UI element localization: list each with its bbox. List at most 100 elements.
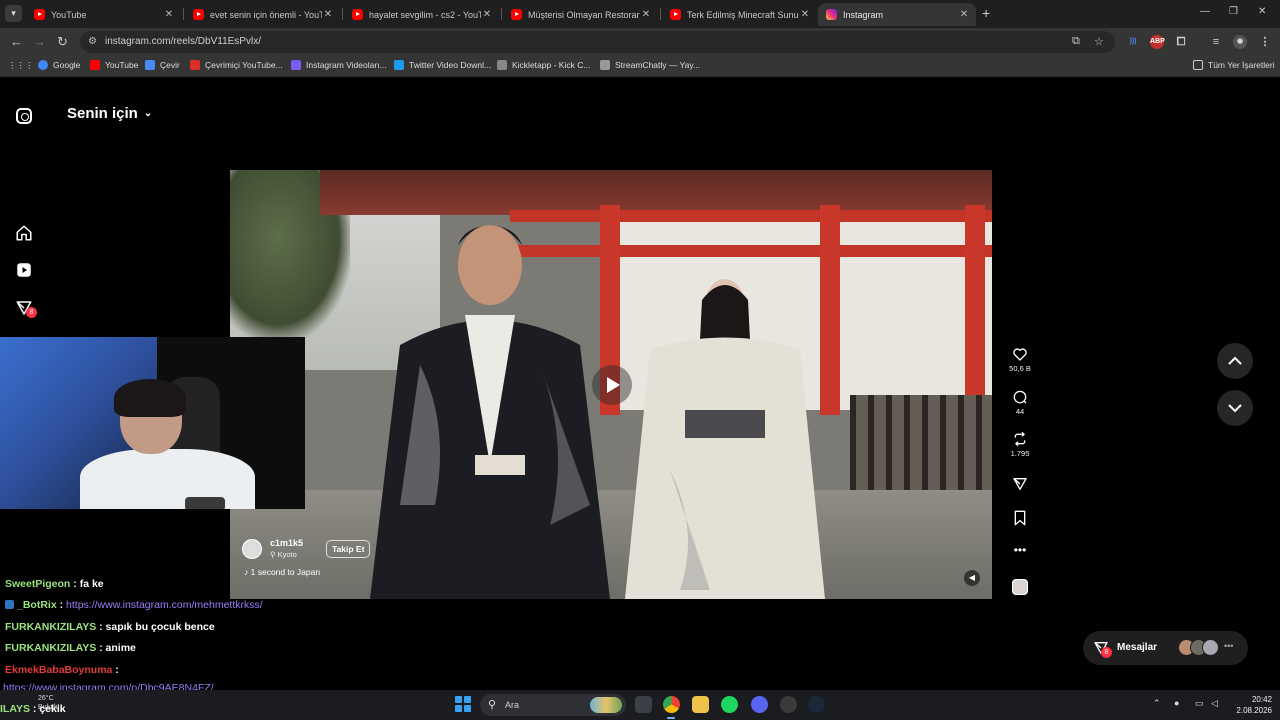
display-icon[interactable]: ▭: [1195, 698, 1204, 709]
window-close-icon[interactable]: ✕: [1258, 6, 1266, 17]
adblock-icon[interactable]: ABP: [1150, 35, 1165, 49]
comment-button[interactable]: 44: [1008, 389, 1032, 416]
tab-youtube-video-4[interactable]: Terk Edilmiş Minecraft Sunucum ✕: [662, 3, 817, 26]
address-bar[interactable]: ⚙ instagram.com/reels/DbV11EsPvlx/ ⧉ ☆: [80, 31, 1115, 53]
tab-youtube-video-2[interactable]: hayalet sevgilim - cs2 - YouTub ✕: [344, 3, 499, 26]
discord-icon[interactable]: [751, 696, 768, 713]
bookmark-label: Instagram Videoları...: [306, 60, 387, 70]
bookmark-twitter-downloader[interactable]: Twitter Video Downl...: [394, 60, 491, 70]
tab-divider: [183, 8, 184, 20]
repost-button[interactable]: 1.795: [1008, 431, 1032, 458]
obs-icon[interactable]: [780, 696, 797, 713]
close-icon[interactable]: ✕: [163, 9, 175, 20]
bookmark-translate[interactable]: Çevir: [145, 60, 180, 70]
feed-selector[interactable]: Senin için ⌄: [67, 105, 152, 122]
tab-title: evet senin için önemli - YouTub: [210, 9, 322, 20]
restore-icon[interactable]: ❐: [1229, 6, 1238, 17]
youtube-icon: [511, 9, 522, 20]
back-icon[interactable]: ←: [10, 34, 23, 50]
task-view-icon[interactable]: [635, 696, 652, 713]
tab-youtube-video-3[interactable]: Müşterisi Olmayan Restoranlar ✕: [503, 3, 658, 26]
browser-toolbar: ← → ↻ ⚙ instagram.com/reels/DbV11EsPvlx/…: [0, 28, 1280, 56]
bookmark-instagram-videos[interactable]: Instagram Videoları...: [291, 60, 387, 70]
like-button[interactable]: 50,6 B: [1008, 346, 1032, 373]
reload-icon[interactable]: ↻: [57, 34, 68, 50]
steam-icon[interactable]: [808, 696, 825, 713]
author-avatar[interactable]: [242, 539, 262, 559]
tab-title: hayalet sevgilim - cs2 - YouTub: [369, 9, 481, 20]
chevron-up-icon: [1228, 356, 1242, 365]
file-explorer-icon[interactable]: [692, 696, 709, 713]
tab-youtube[interactable]: YouTube ✕: [26, 3, 181, 26]
author-username[interactable]: c1m1k5: [270, 538, 303, 548]
extensions-puzzle-icon[interactable]: ⧠: [1174, 35, 1188, 49]
tab-youtube-video-1[interactable]: evet senin için önemli - YouTub ✕: [185, 3, 340, 26]
follow-button[interactable]: Takip Et: [326, 540, 371, 558]
close-icon[interactable]: ✕: [640, 9, 652, 20]
browser-menu-icon[interactable]: ⋮: [1258, 35, 1272, 49]
play-icon[interactable]: [592, 365, 632, 405]
save-button[interactable]: [1008, 510, 1032, 526]
webcam-person-body: [80, 449, 255, 509]
chevron-down-icon: ⌄: [143, 108, 153, 119]
chrome-icon[interactable]: [663, 696, 680, 713]
profile-avatar[interactable]: ◉: [1233, 35, 1247, 49]
original-audio-thumbnail[interactable]: [1012, 579, 1028, 595]
forward-icon[interactable]: →: [33, 34, 46, 50]
bookmark-star-icon[interactable]: ☆: [1094, 35, 1104, 48]
bookmark-kicklet[interactable]: Kickletapp - Kick C...: [497, 60, 590, 70]
all-bookmarks-folder[interactable]: Tüm Yer İşaretleri: [1193, 60, 1275, 70]
new-tab-button[interactable]: +: [982, 5, 990, 21]
video-man-figure: [370, 225, 610, 599]
more-options-icon[interactable]: •••: [1008, 543, 1032, 557]
chat-link[interactable]: https://www.instagram.com/mehmettkrkss/: [66, 599, 263, 611]
bookmark-youtube-converter[interactable]: Çevrimiçi YouTube...: [190, 60, 283, 70]
repost-count: 1.795: [1010, 449, 1030, 458]
close-icon[interactable]: ✕: [799, 9, 811, 20]
reel-audio[interactable]: ♪ 1 second to Japan: [244, 567, 320, 577]
volume-icon[interactable]: ◀: [964, 570, 980, 586]
bookmark-streamchatly[interactable]: StreamChatly — Yay...: [600, 60, 700, 70]
address-bar-url[interactable]: instagram.com/reels/DbV11EsPvlx/: [105, 36, 261, 47]
install-app-icon[interactable]: ⧉: [1072, 35, 1080, 48]
microphone-icon[interactable]: ●: [1174, 698, 1179, 708]
tab-search-button[interactable]: ▾: [5, 5, 22, 22]
apps-grid-icon[interactable]: ⋮⋮⋮: [8, 60, 34, 71]
close-icon[interactable]: ✕: [958, 9, 970, 20]
media-controls-icon[interactable]: ≡: [1209, 35, 1223, 49]
messages-button[interactable]: 8 Mesajlar •••: [1083, 631, 1248, 665]
spotify-icon[interactable]: [721, 696, 738, 713]
video-railing: [850, 395, 992, 505]
youtube-icon: [352, 9, 363, 20]
taskbar-search[interactable]: ⚲ Ara: [480, 694, 626, 716]
tab-title: Müşterisi Olmayan Restoranlar: [528, 9, 640, 20]
browser-tab-bar: ▾ YouTube ✕ evet senin için önemli - You…: [0, 0, 1280, 28]
bookmark-google[interactable]: Google: [38, 60, 80, 70]
volume-tray-icon[interactable]: ◁: [1211, 698, 1218, 709]
instagram-icon: [826, 9, 837, 20]
bookmark-label: YouTube: [105, 60, 139, 70]
next-reel-button[interactable]: [1217, 390, 1253, 426]
site-info-icon[interactable]: ⚙: [88, 36, 100, 48]
tray-overflow-icon[interactable]: ⌃: [1153, 698, 1161, 709]
reel-video[interactable]: c1m1k5 ⚲ Kyoto Takip Et ♪ 1 second to Ja…: [230, 170, 992, 599]
search-placeholder: Ara: [505, 700, 520, 710]
comment-count: 44: [1015, 407, 1025, 416]
reels-icon[interactable]: [15, 261, 33, 279]
webcam-overlay: [0, 337, 305, 509]
windows-start-icon[interactable]: [455, 696, 471, 712]
close-icon[interactable]: ✕: [322, 9, 334, 20]
home-icon[interactable]: [15, 224, 33, 242]
bookmark-label: Google: [53, 60, 81, 70]
instagram-logo-icon[interactable]: [16, 108, 32, 124]
close-icon[interactable]: ✕: [481, 9, 493, 20]
tab-instagram[interactable]: Instagram ✕: [818, 3, 976, 26]
reel-location[interactable]: ⚲ Kyoto: [270, 550, 297, 559]
chat-username: EkmekBabaBoynuma: [5, 664, 113, 676]
bookmark-youtube[interactable]: YouTube: [90, 60, 138, 70]
taskbar-clock[interactable]: 20:42 2.08.2026: [1230, 694, 1272, 716]
previous-reel-button[interactable]: [1217, 343, 1253, 379]
extension-audio-icon[interactable]: ))): [1126, 35, 1140, 49]
minimize-icon[interactable]: —: [1200, 6, 1210, 17]
share-button[interactable]: [1008, 476, 1032, 492]
